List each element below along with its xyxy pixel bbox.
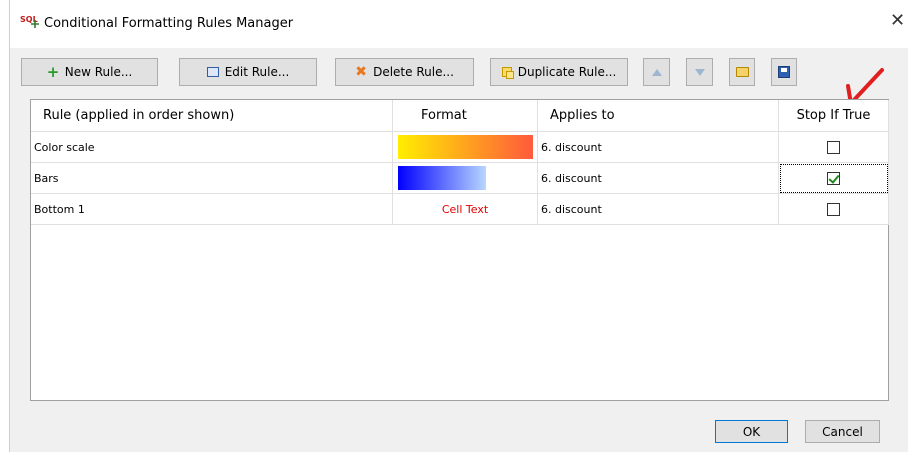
format-cell: Cell Text <box>393 194 538 225</box>
table-row[interactable]: Bars <box>31 163 393 194</box>
format-cell <box>393 132 538 163</box>
header-stop-if-true: Stop If True <box>779 100 889 132</box>
delete-rule-label: Delete Rule... <box>373 65 454 79</box>
delete-x-icon: ✖ <box>355 64 367 80</box>
rules-manager-dialog: SQL Conditional Formatting Rules Manager… <box>9 0 908 452</box>
duplicate-rule-label: Duplicate Rule... <box>517 65 617 79</box>
cell-text-preview: Cell Text <box>441 202 489 216</box>
applies-to-text: 6. discount <box>541 140 602 154</box>
applies-to-text: 6. discount <box>541 171 602 185</box>
stop-if-true-cell <box>779 163 889 194</box>
header-format: Format <box>393 100 538 132</box>
folder-icon <box>735 67 749 77</box>
data-bars-swatch <box>397 166 486 190</box>
edit-icon <box>206 67 219 77</box>
close-button[interactable]: ✕ <box>890 12 905 30</box>
rule-name: Color scale <box>34 140 95 154</box>
edit-rule-button[interactable]: Edit Rule... <box>179 58 317 86</box>
applies-to-cell: 6. discount <box>538 132 779 163</box>
move-down-button[interactable] <box>686 58 713 86</box>
table-row[interactable]: Color scale <box>31 132 393 163</box>
move-up-button[interactable] <box>643 58 670 86</box>
header-applies-to: Applies to <box>538 100 779 132</box>
stop-if-true-checkbox[interactable] <box>827 202 840 216</box>
title-bar: SQL Conditional Formatting Rules Manager… <box>10 0 908 48</box>
edit-rule-label: Edit Rule... <box>224 65 290 79</box>
duplicate-icon <box>501 67 514 79</box>
rules-table: Rule (applied in order shown) Format App… <box>30 99 889 401</box>
open-button[interactable] <box>729 58 755 86</box>
save-disk-icon <box>778 66 790 78</box>
new-rule-label: New Rule... <box>64 65 133 79</box>
sql-app-icon: SQL <box>20 15 42 31</box>
stop-if-true-cell <box>779 194 889 225</box>
applies-to-cell: 6. discount <box>538 163 779 194</box>
annotation-arrow-shaft <box>852 68 884 102</box>
arrow-up-icon <box>651 68 662 76</box>
rule-name: Bars <box>34 171 59 185</box>
applies-to-text: 6. discount <box>541 202 602 216</box>
new-rule-button[interactable]: + New Rule... <box>21 58 158 86</box>
window-title: Conditional Formatting Rules Manager <box>44 16 294 31</box>
duplicate-rule-button[interactable]: Duplicate Rule... <box>490 58 628 86</box>
stop-if-true-checkbox[interactable] <box>827 171 840 185</box>
save-button[interactable] <box>771 58 797 86</box>
arrow-down-icon <box>694 68 705 76</box>
delete-rule-button[interactable]: ✖ Delete Rule... <box>335 58 474 86</box>
header-rule: Rule (applied in order shown) <box>31 100 393 132</box>
table-row[interactable]: Bottom 1 <box>31 194 393 225</box>
rule-name: Bottom 1 <box>34 202 85 216</box>
stop-if-true-checkbox[interactable] <box>827 140 840 154</box>
cancel-button[interactable]: Cancel <box>805 420 880 443</box>
stop-if-true-cell <box>779 132 889 163</box>
applies-to-cell: 6. discount <box>538 194 779 225</box>
plus-icon: + <box>46 63 60 81</box>
color-scale-swatch <box>397 135 533 159</box>
ok-button[interactable]: OK <box>715 420 788 443</box>
format-cell <box>393 163 538 194</box>
